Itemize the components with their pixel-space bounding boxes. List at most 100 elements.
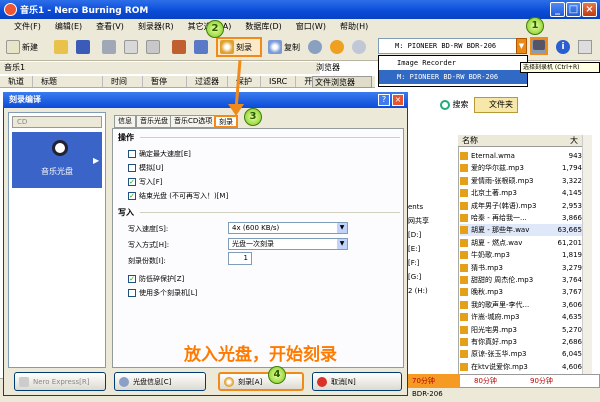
file-row[interactable]: 阳光宅男.mp3 5,270 xyxy=(460,324,582,336)
copies-label: 刻录份数[I]: xyxy=(128,257,166,265)
recorder-icon xyxy=(533,40,545,50)
column-pause[interactable]: 暂停 xyxy=(143,76,187,87)
burn-button[interactable]: 刻录[A] xyxy=(218,372,304,391)
open-folder-icon xyxy=(54,40,68,54)
file-row[interactable]: 北京土著.mp3 4,145 xyxy=(460,187,582,199)
annotation-arrow-line xyxy=(234,60,242,111)
disc-type-select[interactable]: CD xyxy=(12,116,102,128)
file-row[interactable]: 有你真好.mp3 2,686 xyxy=(460,336,582,348)
copies-input[interactable]: 1 xyxy=(228,252,252,265)
menu-file[interactable]: 文件(F) xyxy=(14,21,41,32)
compilation-label: 音乐1 xyxy=(0,62,320,74)
select-recorder-button[interactable] xyxy=(530,37,548,55)
file-row[interactable]: 爱情雨-张根硕.mp3 3,322 xyxy=(460,175,582,187)
file-row[interactable]: 甜甜的 周杰伦.mp3 3,764 xyxy=(460,274,582,286)
copy-clip-button[interactable] xyxy=(124,37,138,57)
window-titlebar: 音乐1 - Nero Burning ROM xyxy=(0,0,600,19)
save-button[interactable] xyxy=(76,37,90,57)
audio-file-icon xyxy=(460,325,468,334)
audio-file-icon xyxy=(460,263,468,272)
file-row[interactable]: 在ktv说爱你.mp3 4,606 xyxy=(460,361,582,373)
toolbar-options-icon[interactable] xyxy=(578,40,592,54)
file-column-name[interactable]: 名称 xyxy=(462,135,478,146)
audio-file-icon xyxy=(460,164,468,173)
dialog-help-button[interactable]: ? xyxy=(378,94,390,106)
info-icon[interactable]: i xyxy=(556,40,570,54)
filter-button[interactable] xyxy=(172,37,186,57)
audio-file-icon xyxy=(460,350,468,359)
buffer-underrun-checkbox[interactable]: ✓ 防低碎保护[Z] xyxy=(128,274,184,284)
checkbox-icon xyxy=(128,289,136,297)
nero-express-button[interactable]: Nero Express[R] xyxy=(14,372,106,391)
disc-info-icon xyxy=(352,40,366,54)
write-checkbox[interactable]: ✓ 写入[F] xyxy=(128,177,163,187)
checkbox-icon xyxy=(128,150,136,158)
close-button[interactable]: × xyxy=(582,2,597,17)
minimize-button[interactable]: _ xyxy=(550,2,565,17)
chevron-down-icon: ▼ xyxy=(337,223,347,233)
tab-audio-cd[interactable]: 音乐光盘 xyxy=(136,115,172,128)
column-time[interactable]: 时间 xyxy=(103,76,143,87)
tab-cd-options[interactable]: 音乐CD选项 xyxy=(170,115,217,128)
erase-button[interactable] xyxy=(308,37,322,57)
write-speed-select[interactable]: 4x (600 KB/s) ▼ xyxy=(228,222,348,234)
burn-toolbar-button[interactable]: 刻录 xyxy=(216,37,262,57)
menu-recorder[interactable]: 刻录器(R) xyxy=(138,21,174,32)
eject-button[interactable] xyxy=(330,37,344,57)
file-row[interactable]: 原谅-张玉华.mp3 6,045 xyxy=(460,348,582,360)
dialog-close-button[interactable]: × xyxy=(392,94,404,106)
recorder-select[interactable]: M: PIONEER BD-RW BDR-206 xyxy=(378,38,522,54)
music-note-icon xyxy=(52,140,68,156)
simulate-checkbox[interactable]: 模拟[U] xyxy=(128,163,164,173)
checkmark-icon: ✓ xyxy=(128,275,136,283)
audio-file-icon xyxy=(460,238,468,247)
cut-button[interactable] xyxy=(102,37,116,57)
max-speed-checkbox[interactable]: 确定最大速度[E] xyxy=(128,149,191,159)
copy-disc-button[interactable]: 复制 xyxy=(268,37,300,57)
file-row[interactable]: 牛奶歌.mp3 1,819 xyxy=(460,249,582,261)
file-row[interactable]: 我的歌声里-李代... 3,606 xyxy=(460,299,582,311)
tab-file-browser[interactable]: 文件浏览器 xyxy=(312,76,372,88)
recorder-dropdown-button[interactable]: ▼ xyxy=(516,38,527,54)
multiple-recorders-checkbox[interactable]: 使用多个刻录机[L] xyxy=(128,288,197,298)
file-column-size[interactable]: 大 xyxy=(570,135,578,146)
menu-view[interactable]: 查看(V) xyxy=(96,21,124,32)
menu-database[interactable]: 数据库(D) xyxy=(245,21,281,32)
burn-disc-icon xyxy=(220,40,234,54)
file-row[interactable]: 晚秋.mp3 3,767 xyxy=(460,286,582,298)
file-row[interactable]: 爱的华尔兹.mp3 1,794 xyxy=(460,162,582,174)
file-row[interactable]: 成年男子(韩语).mp3 2,953 xyxy=(460,200,582,212)
menu-window[interactable]: 窗口(W) xyxy=(296,21,326,32)
file-row[interactable]: Eternal.wma 943 xyxy=(460,150,582,162)
maximize-button[interactable]: □ xyxy=(566,2,581,17)
info-disc-button[interactable] xyxy=(352,37,366,57)
folder-button[interactable]: 文件夹 xyxy=(474,97,518,113)
column-filter[interactable]: 过滤器 xyxy=(187,76,228,87)
column-title[interactable]: 标题 xyxy=(33,76,103,87)
write-speed-label: 写入速度[S]: xyxy=(128,225,169,233)
cancel-button[interactable]: 取消[N] xyxy=(312,372,402,391)
open-button[interactable] xyxy=(54,37,68,57)
file-row[interactable]: 猜书.mp3 3,279 xyxy=(460,262,582,274)
menu-edit[interactable]: 编辑(E) xyxy=(55,21,82,32)
file-row[interactable]: 胡夏 - 那些年.wav 63,665 xyxy=(460,224,582,237)
step-marker-2: 2 xyxy=(206,20,224,38)
finalize-disc-checkbox[interactable]: ✓ 结束光盘 (不可再写入！)[M] xyxy=(128,191,228,201)
paste-button[interactable] xyxy=(146,37,160,57)
menu-help[interactable]: 帮助(H) xyxy=(340,21,368,32)
disc-info-button[interactable]: 光盘信息[C] xyxy=(114,372,206,391)
write-method-select[interactable]: 光盘一次刻录 ▼ xyxy=(228,238,348,250)
copy-disc-icon xyxy=(268,40,282,54)
file-list-header: 名称 大 xyxy=(458,135,582,147)
search-button[interactable]: 搜索 xyxy=(440,97,470,113)
properties-button[interactable] xyxy=(194,37,208,57)
file-row[interactable]: 哈秦 - 再给我一... 3,866 xyxy=(460,212,582,224)
column-track[interactable]: 轨道 xyxy=(0,76,33,87)
new-button[interactable]: 新建 xyxy=(6,37,38,57)
tab-info[interactable]: 信息 xyxy=(114,115,136,128)
file-row[interactable]: 胡夏 - 燃点.wav 61,201 xyxy=(460,237,582,249)
audio-cd-label: 音乐光盘 xyxy=(41,167,73,176)
audio-file-icon xyxy=(460,251,468,260)
file-row[interactable]: 许嵩-城府.mp3 4,635 xyxy=(460,311,582,323)
file-list-scrollbar[interactable] xyxy=(582,135,592,377)
